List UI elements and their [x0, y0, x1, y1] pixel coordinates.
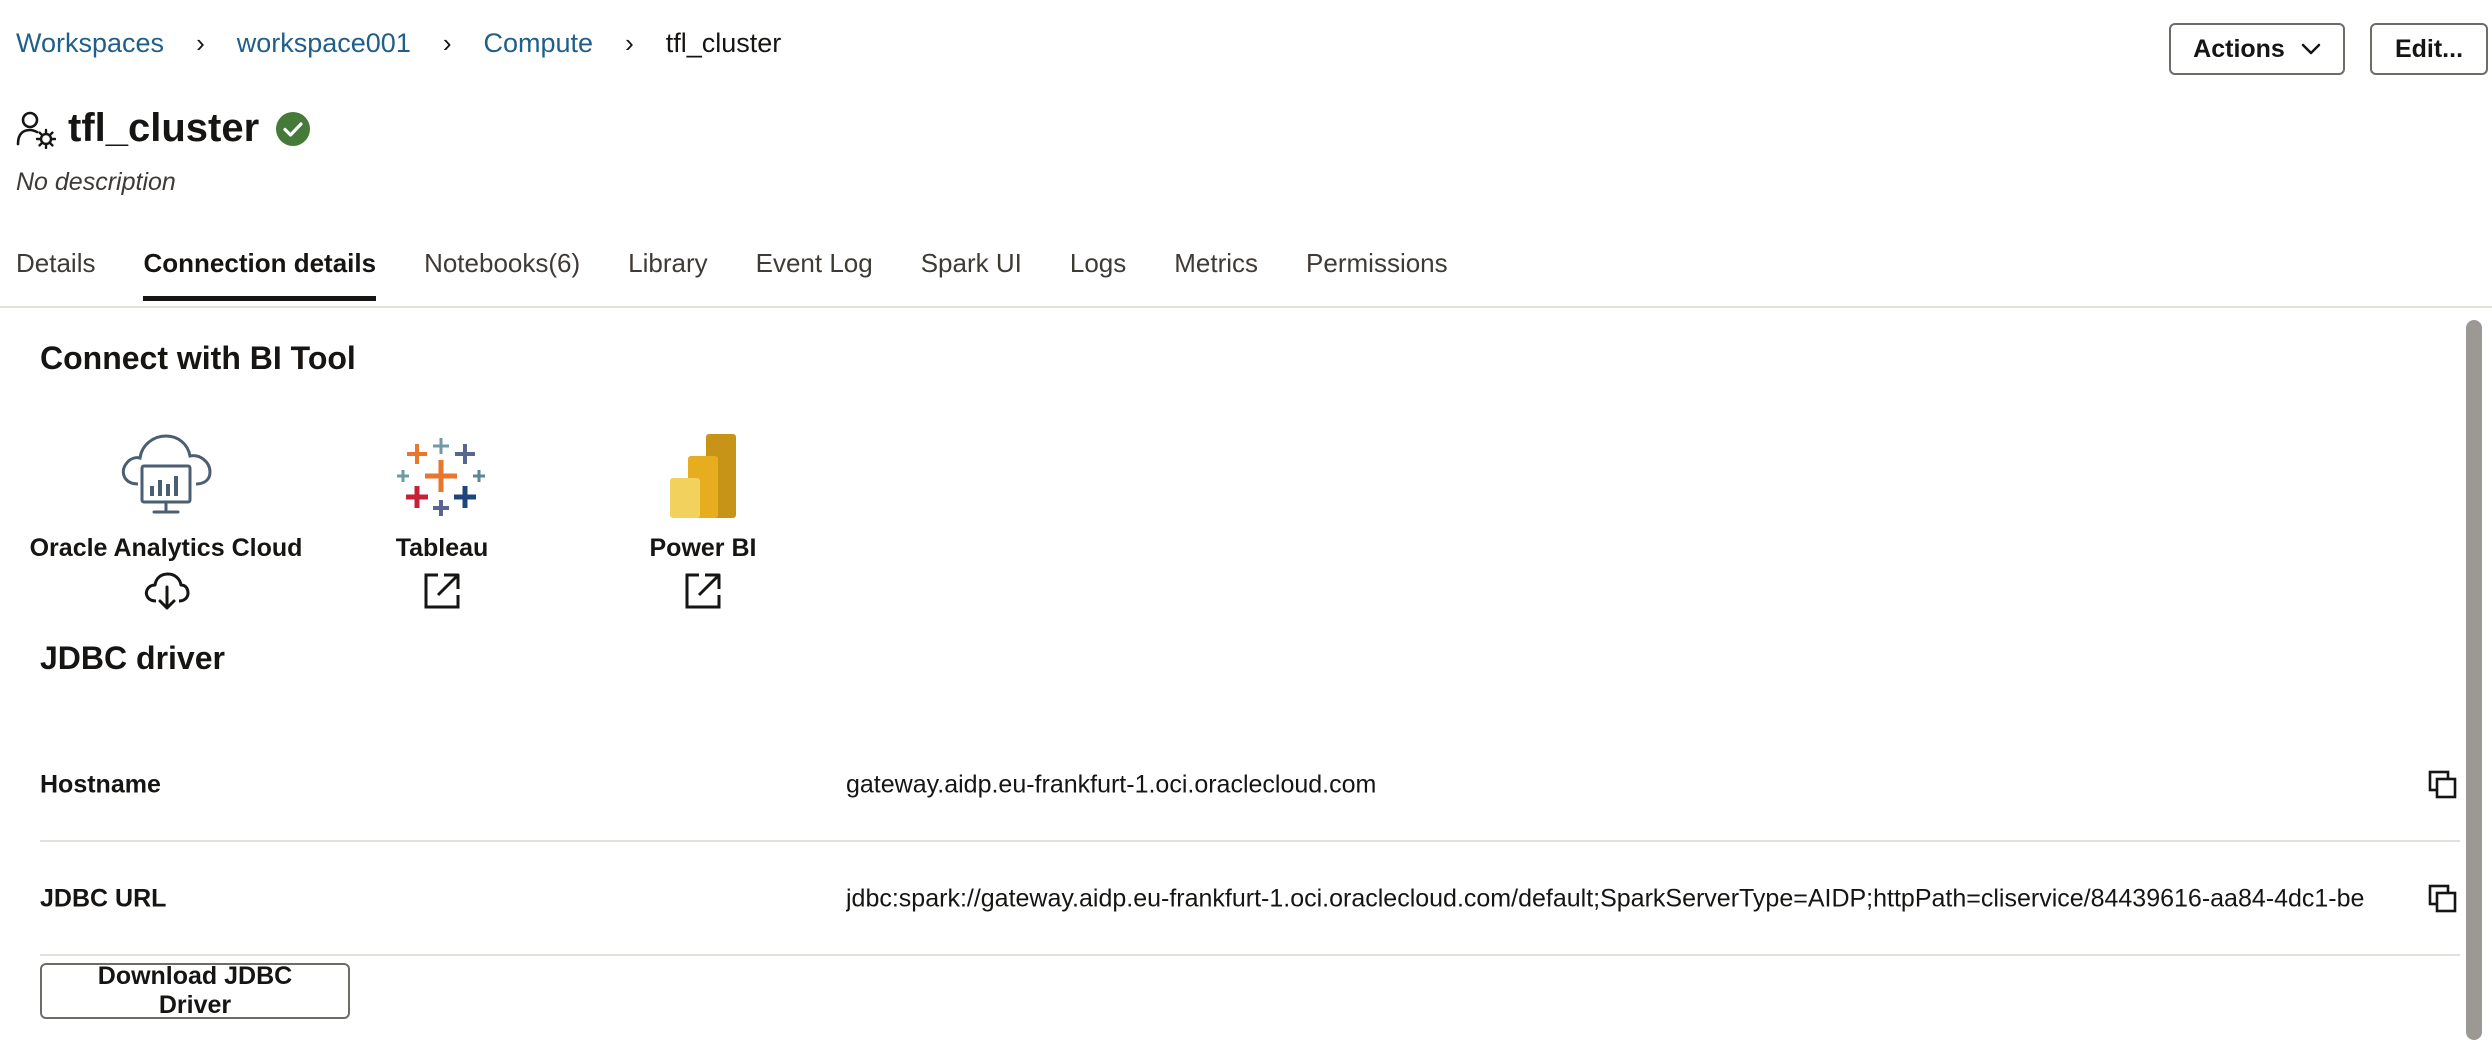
- external-link-icon[interactable]: [683, 571, 723, 611]
- tab-metrics[interactable]: Metrics: [1174, 248, 1258, 301]
- tab-library[interactable]: Library: [628, 248, 707, 301]
- vertical-scrollbar[interactable]: [2466, 320, 2482, 1040]
- oracle-analytics-cloud-logo-icon: [116, 420, 216, 520]
- actions-button[interactable]: Actions: [2169, 23, 2345, 75]
- bi-tool-heading: Connect with BI Tool: [40, 340, 356, 376]
- breadcrumb-workspaces[interactable]: Workspaces: [16, 28, 164, 59]
- breadcrumb-workspace001[interactable]: workspace001: [237, 28, 411, 59]
- jdbc-url-value: jdbc:spark://gateway.aidp.eu-frankfurt-1…: [846, 884, 2365, 913]
- jdbc-url-label: JDBC URL: [40, 884, 167, 913]
- bi-tool-label: Power BI: [649, 534, 757, 562]
- page-description: No description: [16, 168, 176, 196]
- bi-tool-tableau[interactable]: Tableau: [382, 420, 502, 611]
- bi-tool-power-bi[interactable]: Power BI: [640, 420, 766, 611]
- hostname-label: Hostname: [40, 770, 161, 799]
- tab-permissions[interactable]: Permissions: [1306, 248, 1448, 301]
- bi-tool-label: Tableau: [395, 534, 489, 562]
- tab-notebooks[interactable]: Notebooks(6): [424, 248, 580, 301]
- power-bi-logo-icon: [668, 420, 738, 520]
- bi-tool-label: Oracle Analytics Cloud: [29, 534, 303, 562]
- copy-icon[interactable]: [2428, 770, 2458, 800]
- hostname-value: gateway.aidp.eu-frankfurt-1.oci.oraclecl…: [846, 770, 1377, 799]
- chevron-down-icon: [2301, 43, 2321, 55]
- actions-button-label: Actions: [2193, 34, 2285, 63]
- tab-logs[interactable]: Logs: [1070, 248, 1126, 301]
- page-header: tfl_cluster: [16, 106, 311, 151]
- bi-tool-oracle-analytics-cloud[interactable]: Oracle Analytics Cloud: [30, 420, 302, 611]
- chevron-right-icon: ›: [196, 28, 205, 58]
- tab-bar: Details Connection details Notebooks(6) …: [16, 248, 1496, 301]
- tableau-logo-icon: [397, 420, 487, 520]
- external-link-icon[interactable]: [422, 571, 462, 611]
- copy-icon[interactable]: [2428, 884, 2458, 914]
- chevron-right-icon: ›: [442, 28, 452, 58]
- download-jdbc-driver-button[interactable]: Download JDBC Driver: [40, 962, 350, 1019]
- page-title: tfl_cluster: [68, 106, 260, 150]
- jdbc-heading: JDBC driver: [40, 640, 225, 676]
- tab-connection-details[interactable]: Connection details: [143, 248, 376, 301]
- user-gear-icon: [16, 109, 56, 149]
- jdbc-url-row: JDBC URL jdbc:spark://gateway.aidp.eu-fr…: [40, 844, 2460, 956]
- tab-details[interactable]: Details: [16, 248, 95, 301]
- chevron-right-icon: ›: [625, 28, 634, 58]
- breadcrumb-compute[interactable]: Compute: [484, 28, 594, 59]
- edit-button[interactable]: Edit...: [2370, 23, 2488, 75]
- breadcrumb: Workspaces › workspace001 › Compute › tf…: [16, 28, 781, 59]
- tab-divider: [0, 306, 2492, 308]
- cloud-download-icon[interactable]: [142, 571, 190, 611]
- hostname-row: Hostname gateway.aidp.eu-frankfurt-1.oci…: [40, 730, 2460, 842]
- tab-event-log[interactable]: Event Log: [756, 248, 873, 301]
- header-actions: Actions Edit...: [2169, 23, 2488, 75]
- breadcrumb-current: tfl_cluster: [665, 28, 782, 58]
- tab-spark-ui[interactable]: Spark UI: [921, 248, 1022, 301]
- status-success-icon: [275, 111, 311, 147]
